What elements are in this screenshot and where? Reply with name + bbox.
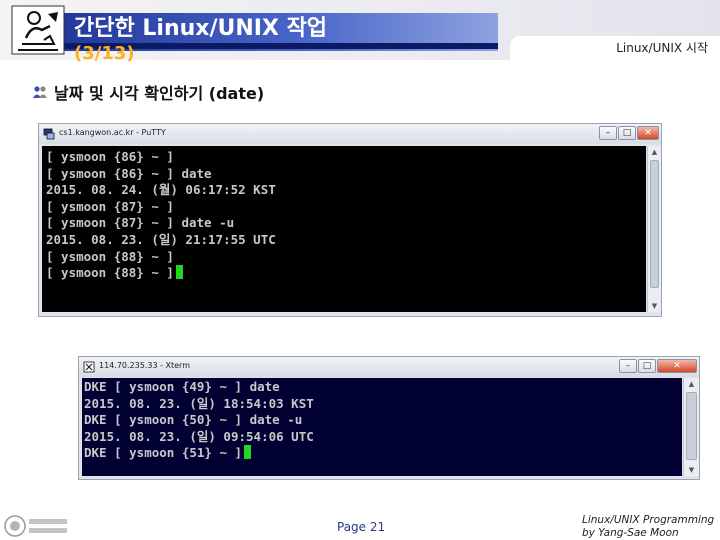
slide-title: 간단한 Linux/UNIX 작업 [74, 16, 328, 41]
xterm-app-icon [83, 361, 95, 373]
professor-at-desk-icon [11, 5, 65, 55]
terminal-line: DKE [ ysmoon {49} ~ ] date [84, 379, 280, 394]
terminal-cursor [175, 265, 183, 280]
xterm-maximize-button[interactable]: □ [638, 359, 656, 373]
terminal-cursor [244, 445, 252, 460]
putty-title: cs1.kangwon.ac.kr - PuTTY [59, 128, 166, 137]
course-name: Linux/UNIX Programming [582, 514, 715, 526]
scroll-up-arrow-icon[interactable]: ▲ [684, 378, 699, 390]
scroll-down-arrow-icon[interactable]: ▼ [684, 464, 699, 476]
scrollbar-thumb[interactable] [686, 392, 697, 460]
slide-header: 간단한 Linux/UNIX 작업 (3/13) Linux/UNIX 시작 [0, 0, 720, 64]
bullet-people-icon [33, 86, 47, 98]
scroll-down-arrow-icon[interactable]: ▼ [648, 300, 661, 312]
terminal-prompt: [ ysmoon {88} ~ ] [46, 265, 174, 281]
xterm-title: 114.70.235.33 - Xterm [99, 361, 190, 370]
xterm-terminal[interactable]: DKE [ ysmoon {49} ~ ] date 2015. 08. 23.… [82, 378, 682, 476]
author-name: by Yang-Sae Moon [582, 527, 679, 539]
terminal-prompt-line: [ ysmoon {88} ~ ] [46, 265, 646, 282]
scroll-up-arrow-icon[interactable]: ▲ [648, 146, 661, 158]
terminal-prompt-line: DKE [ ysmoon {51} ~ ] [84, 445, 682, 462]
terminal-line: 2015. 08. 23. (일) 18:54:03 KST [84, 395, 314, 411]
section-label: Linux/UNIX 시작 [616, 41, 708, 55]
terminal-line: 2015. 08. 23. (일) 21:17:55 UTC [46, 231, 276, 247]
terminal-line: [ ysmoon {87} ~ ] date -u [46, 215, 235, 231]
footer-credit: Linux/UNIX Programming by Yang-Sae Moon [582, 514, 714, 540]
terminal-line: 2015. 08. 24. (월) 06:17:52 KST [46, 182, 276, 198]
terminal-line: [ ysmoon {87} ~ ] [46, 198, 174, 214]
putty-minimize-button[interactable]: – [599, 126, 617, 140]
xterm-minimize-button[interactable]: – [619, 359, 637, 373]
putty-scrollbar[interactable]: ▲ ▼ [647, 146, 661, 312]
page-number: Page 21 [337, 520, 386, 534]
terminal-line: DKE [ ysmoon {50} ~ ] date -u [84, 412, 303, 428]
slide-subtitle: (3/13) [74, 43, 135, 64]
terminal-line: [ ysmoon {86} ~ ] date [46, 165, 212, 181]
putty-app-icon [43, 128, 55, 140]
terminal-line: 2015. 08. 23. (일) 09:54:06 UTC [84, 428, 314, 444]
putty-close-button[interactable]: ✕ [637, 126, 659, 140]
terminal-line: [ ysmoon {86} ~ ] [46, 149, 174, 164]
terminal-prompt: DKE [ ysmoon {51} ~ ] [84, 445, 243, 461]
section-tab: Linux/UNIX 시작 [510, 36, 720, 60]
xterm-scrollbar[interactable]: ▲ ▼ [683, 378, 699, 476]
xterm-close-button[interactable]: ✕ [657, 359, 697, 373]
xterm-window[interactable]: 114.70.235.33 - Xterm – □ ✕ DKE [ ysmoon… [78, 356, 700, 480]
putty-maximize-button[interactable]: □ [618, 126, 636, 140]
putty-window[interactable]: cs1.kangwon.ac.kr - PuTTY – □ ✕ [ ysmoon… [38, 123, 662, 317]
putty-title-bar[interactable]: cs1.kangwon.ac.kr - PuTTY – □ ✕ [39, 124, 661, 144]
xterm-title-bar[interactable]: 114.70.235.33 - Xterm – □ ✕ [79, 357, 699, 377]
bullet-text: 날짜 및 시각 확인하기 (date) [54, 84, 265, 103]
scrollbar-thumb[interactable] [650, 160, 659, 288]
terminal-line: [ ysmoon {88} ~ ] [46, 248, 174, 264]
university-logo-icon [4, 515, 67, 537]
putty-terminal[interactable]: [ ysmoon {86} ~ ] [ ysmoon {86} ~ ] date… [42, 146, 646, 312]
